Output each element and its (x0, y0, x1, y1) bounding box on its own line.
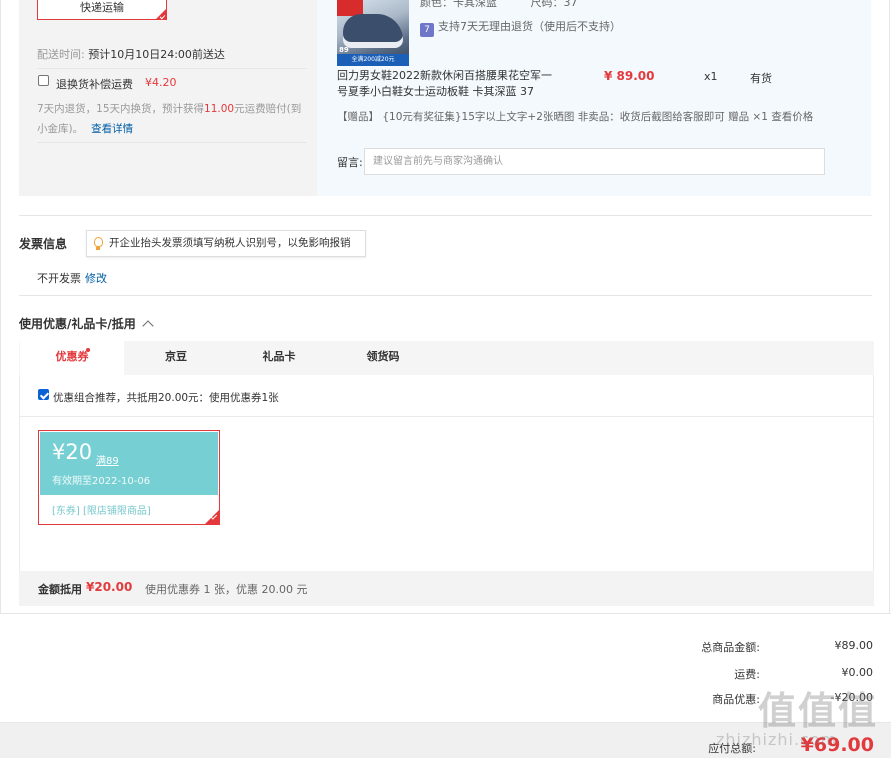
coupon-expiry: 有效期至2022-10-06 (52, 476, 151, 487)
section-divider (19, 295, 872, 296)
insurance-desc-a: 7天内退货，15天内换货，预计获得 (37, 103, 205, 115)
image-price: 89 (339, 46, 349, 54)
message-label: 留言: (337, 156, 363, 169)
invoice-value-text: 不开发票 (37, 272, 81, 285)
new-dot-icon (86, 348, 90, 352)
express-label: 快递运输 (80, 1, 124, 14)
combo-label: 优惠组合推荐，共抵用20.00元：使用优惠券1张 (53, 392, 279, 404)
product-name[interactable]: 回力男女鞋2022新款休闲百搭腰果花空军一号夏季小白鞋女士运动板鞋 卡其深蓝 3… (337, 68, 557, 100)
tab-coupons[interactable]: 优惠券 (20, 341, 124, 375)
delivery-time-value: 预计10月10日24:00前送达 (88, 48, 225, 61)
invoice-title: 发票信息 (19, 237, 68, 251)
frame-bottom (0, 613, 891, 614)
tab-gift-card[interactable]: 礼品卡 (227, 341, 331, 375)
section-divider (19, 215, 872, 216)
product-color: 颜色：卡其深蓝 (420, 0, 497, 9)
goods-total-label: 总商品金额: (701, 641, 760, 654)
goods-total-value: ¥89.00 (834, 639, 874, 652)
tab-gift-card-label: 礼品卡 (262, 350, 296, 363)
tab-jingdou[interactable]: 京豆 (124, 341, 228, 375)
tab-redeem-code[interactable]: 领货码 (331, 341, 435, 375)
insurance-desc-amount: 11.00 (204, 103, 235, 115)
coupon-summary-label: 金额抵用 (38, 583, 82, 596)
product-stock: 有货 (750, 72, 772, 85)
watermark-logo: 值值值 (758, 689, 879, 733)
divider (37, 68, 307, 69)
insurance-details-link[interactable]: 查看详情 (91, 123, 133, 135)
coupon-summary-desc: 使用优惠券 1 张，优惠 20.00 元 (145, 583, 308, 596)
shoe-graphic (343, 14, 403, 48)
insurance-checkbox[interactable] (38, 75, 49, 86)
coupon-section-title: 使用优惠/礼品卡/抵用 (19, 317, 136, 331)
insurance-description: 7天内退货，15天内换货，预计获得11.00元运费赔付(到小金库)。 查看详情 (37, 99, 307, 139)
tab-redeem-code-label: 领货码 (366, 350, 400, 363)
product-attributes: 颜色：卡其深蓝 尺码：37 (420, 0, 608, 10)
lightbulb-icon (94, 237, 103, 250)
invoice-value: 不开发票 修改 (37, 270, 107, 286)
coupon-section-header[interactable]: 使用优惠/礼品卡/抵用 (19, 315, 154, 332)
invoice-tip-text: 开企业抬头发票须填写纳税人识别号，以免影响报销 (109, 237, 351, 249)
selected-check-icon (156, 9, 166, 19)
shipping-panel (19, 0, 317, 196)
product-price: ¥ 89.00 (604, 69, 655, 83)
express-shipping-option[interactable]: 快递运输 (37, 0, 167, 20)
discount-label: 商品优惠: (712, 693, 760, 706)
delivery-time: 配送时间: 预计10月10日24:00前送达 (37, 46, 225, 62)
insurance-price: ¥4.20 (145, 76, 177, 89)
return-support-text: 支持7天无理由退货（使用后不支持） (438, 20, 621, 33)
frame-right (889, 0, 890, 614)
insurance-label: 退换货补偿运费 (56, 78, 133, 91)
product-quantity: x1 (704, 70, 718, 83)
gift-info: 【赠品】 {10元有奖征集}15字以上文字+2张晒图 非卖品：收货后截图给客服即… (337, 111, 814, 123)
coupon-condition: 满89 (96, 456, 119, 467)
message-input[interactable]: 建议留言前先与商家沟通确认 (364, 148, 825, 175)
divider (37, 142, 307, 143)
coupon-tags: [东券] [限店铺限商品] (52, 506, 151, 517)
freight-label: 运费: (734, 668, 760, 681)
delivery-time-label: 配送时间: (37, 48, 85, 61)
product-size: 尺码：37 (530, 0, 578, 9)
invoice-edit-link[interactable]: 修改 (85, 272, 107, 285)
frame-left (0, 0, 1, 614)
invoice-tip: 开企业抬头发票须填写纳税人识别号，以免影响报销 (86, 230, 366, 257)
return-support-icon: 7 (420, 23, 434, 37)
watermark-url: zhizhizhi.com (716, 730, 838, 749)
return-support: 7 支持7天无理由退货（使用后不支持） (420, 18, 621, 37)
freight-value: ¥0.00 (841, 666, 874, 679)
coupon-amount: ¥20 (52, 440, 93, 464)
image-banner: 全满200减20元 (337, 54, 409, 66)
chevron-up-icon (142, 320, 154, 332)
tab-coupons-label: 优惠券 (55, 350, 89, 363)
product-image[interactable]: 89 全满200减20元 (337, 0, 409, 66)
combo-checkbox[interactable] (38, 389, 49, 400)
coupon-summary-amount: ¥20.00 (86, 580, 133, 594)
tab-jingdou-label: 京豆 (165, 350, 187, 363)
